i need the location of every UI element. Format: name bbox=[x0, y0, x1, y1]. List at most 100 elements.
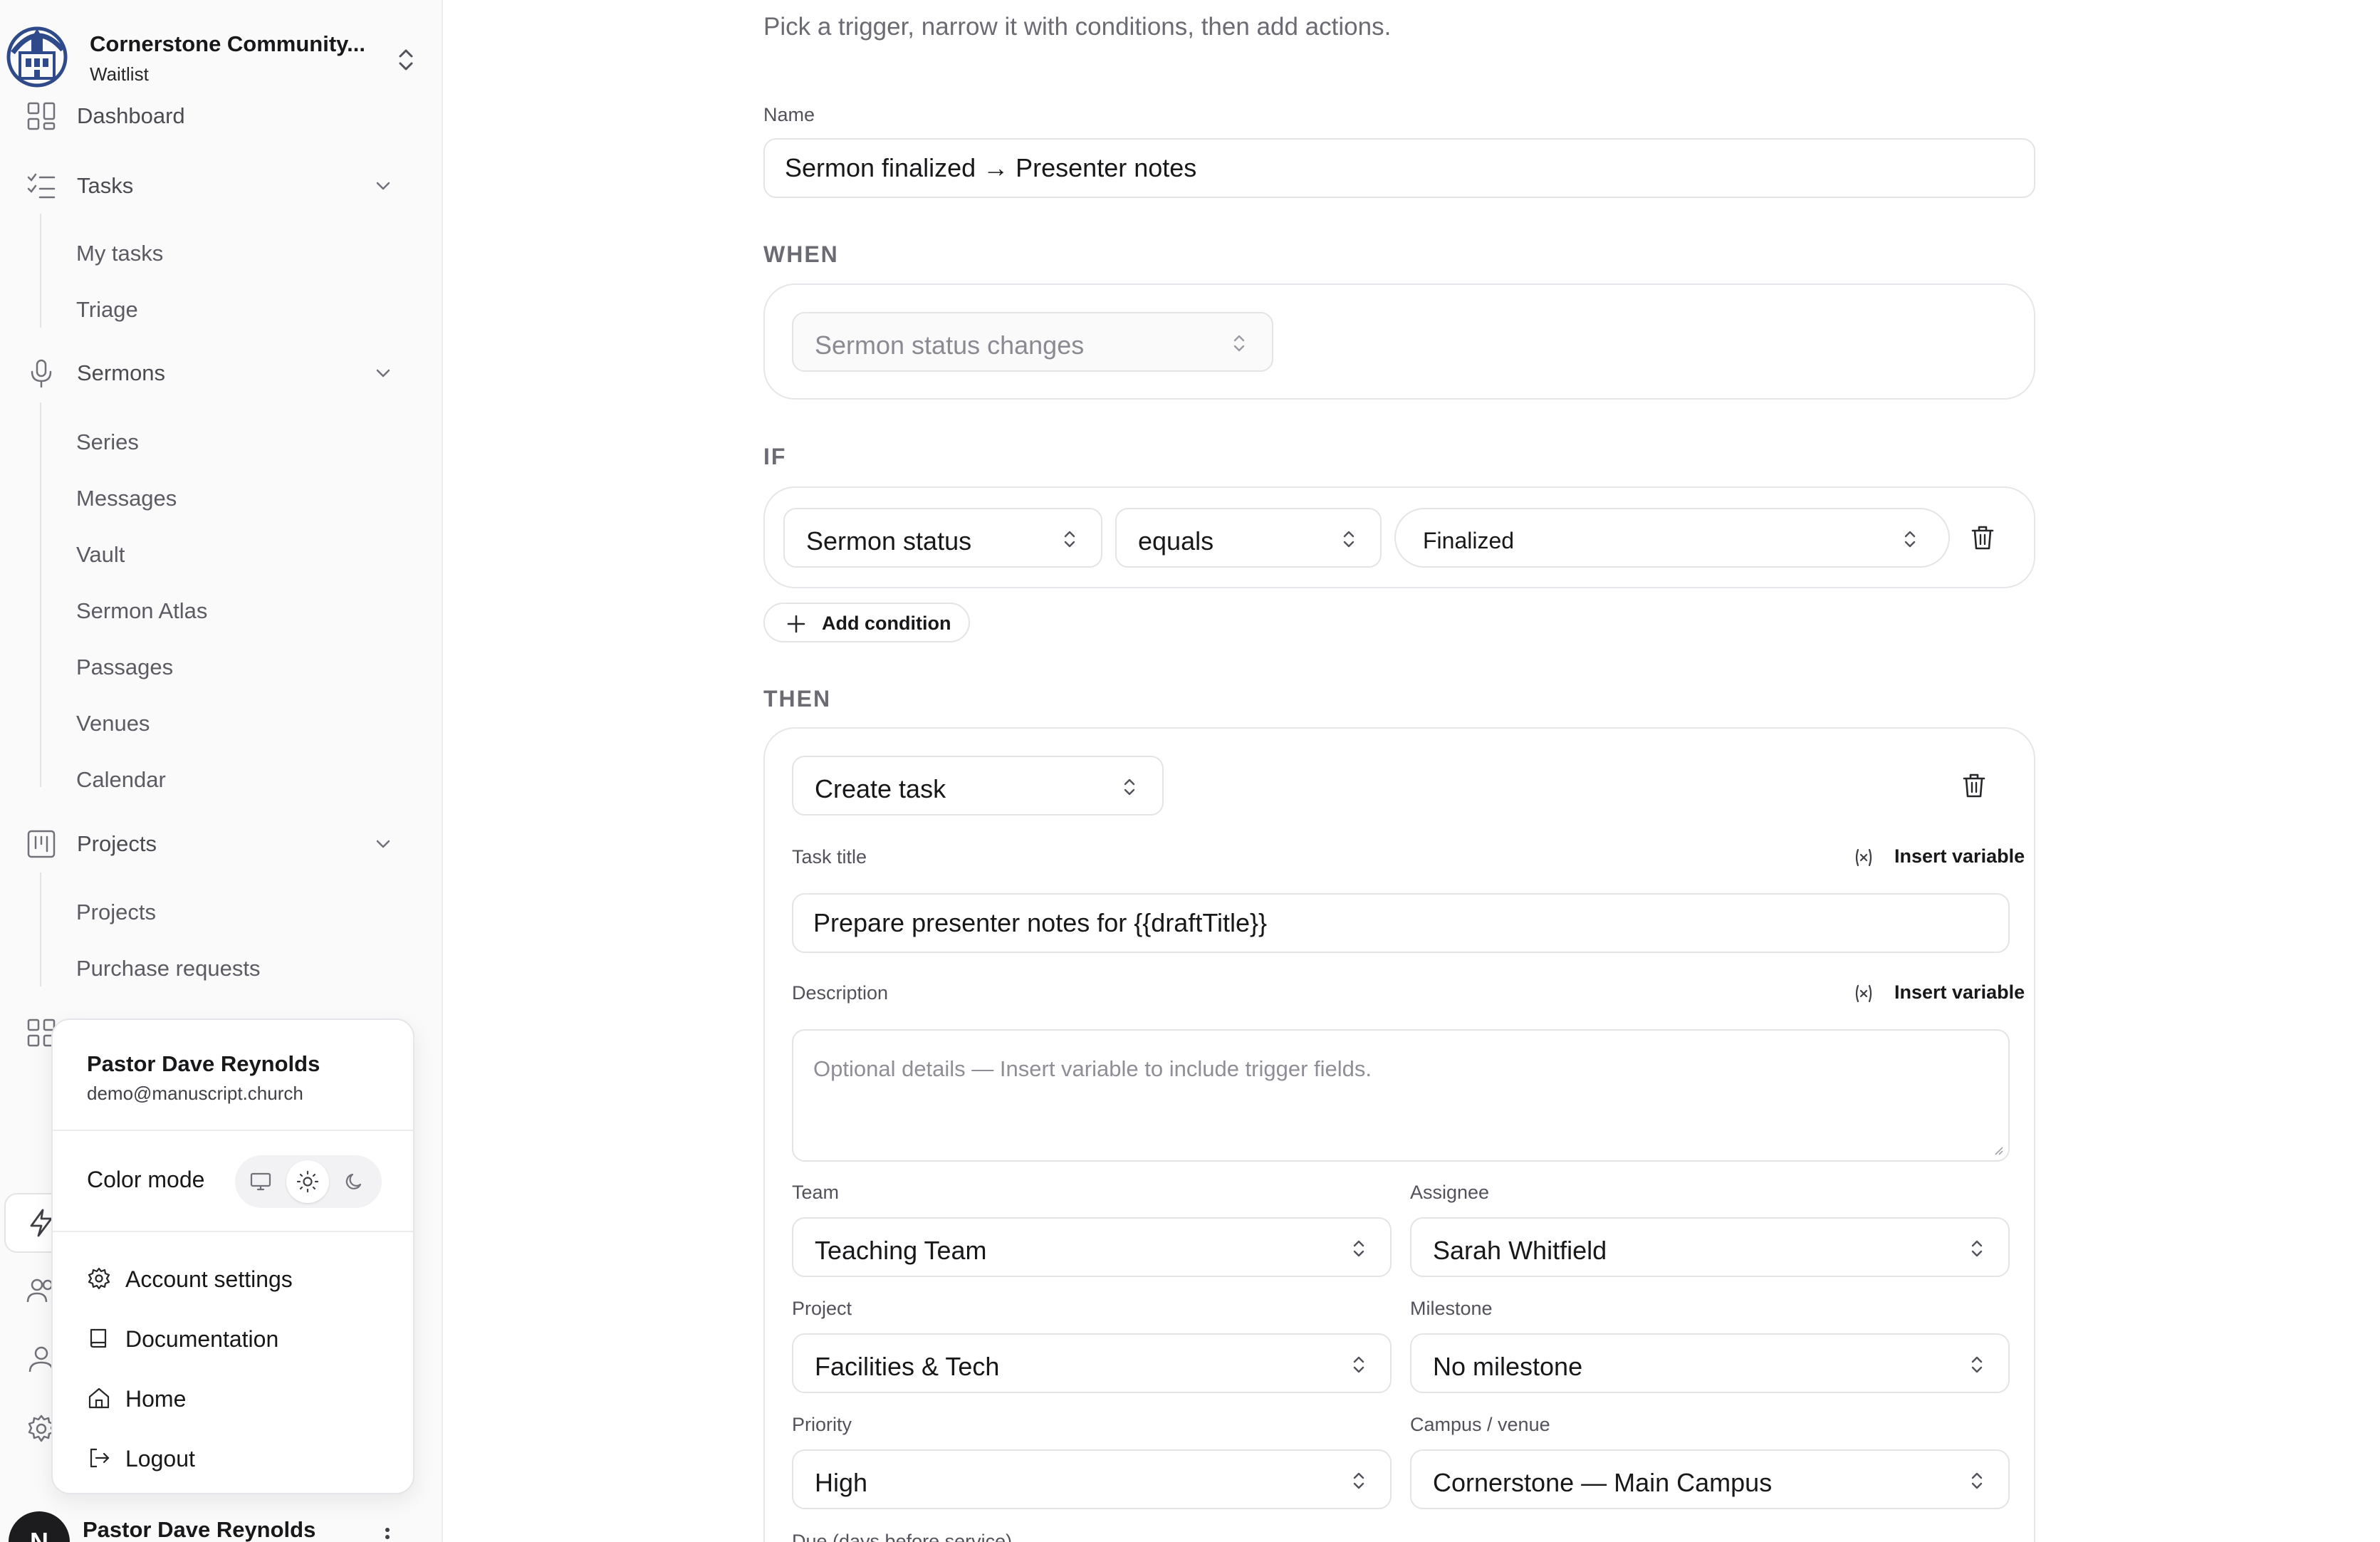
when-section-title: WHEN bbox=[763, 241, 839, 267]
sidebar-item-label: Sermons bbox=[77, 360, 166, 385]
condition-operator-value: equals bbox=[1138, 526, 1214, 556]
color-mode-light-button[interactable] bbox=[286, 1160, 329, 1203]
when-panel: Sermon status changes bbox=[763, 283, 2035, 400]
trash-icon[interactable] bbox=[1968, 523, 1997, 552]
action-type-value: Create task bbox=[815, 774, 946, 803]
description-label: Description bbox=[792, 982, 889, 1004]
milestone-select[interactable]: No milestone bbox=[1410, 1333, 2010, 1393]
sidebar-item-sermons[interactable]: Sermons bbox=[0, 352, 427, 395]
footer-user-name[interactable]: Pastor Dave Reynolds bbox=[83, 1517, 315, 1542]
assignee-select[interactable]: Sarah Whitfield bbox=[1410, 1217, 2010, 1277]
assignee-label: Assignee bbox=[1410, 1182, 1490, 1203]
home-icon bbox=[88, 1387, 110, 1409]
gear-icon bbox=[88, 1267, 110, 1290]
chevron-up-down-icon bbox=[1971, 1356, 1983, 1373]
chevron-up-down-icon bbox=[1353, 1240, 1364, 1257]
sidebar-item-triage[interactable]: Triage bbox=[76, 297, 138, 323]
menu-item-account-settings[interactable]: Account settings bbox=[84, 1256, 383, 1299]
condition-operator-select[interactable]: equals bbox=[1115, 508, 1382, 568]
more-vertical-icon[interactable] bbox=[379, 1527, 396, 1542]
action-type-select[interactable]: Create task bbox=[792, 756, 1164, 816]
color-mode-dark-button[interactable] bbox=[333, 1160, 376, 1203]
campus-label: Campus / venue bbox=[1410, 1414, 1550, 1435]
sidebar-item-sermon-atlas[interactable]: Sermon Atlas bbox=[76, 598, 207, 624]
team-label: Team bbox=[792, 1182, 840, 1203]
chevron-up-down-icon bbox=[1343, 531, 1355, 548]
sidebar-item-tasks[interactable]: Tasks bbox=[0, 165, 427, 207]
variable-icon bbox=[1855, 984, 1872, 1003]
org-name: Cornerstone Community... bbox=[90, 31, 365, 56]
chevron-up-down-icon bbox=[1233, 335, 1245, 352]
assignee-value: Sarah Whitfield bbox=[1433, 1236, 1607, 1265]
trigger-value: Sermon status changes bbox=[815, 330, 1085, 360]
microphone-icon bbox=[31, 359, 52, 388]
insert-variable-button[interactable]: Insert variable bbox=[1853, 843, 2025, 871]
sidebar-item-series[interactable]: Series bbox=[76, 429, 139, 455]
divider bbox=[53, 1231, 413, 1232]
description-textarea[interactable]: Optional details — Insert variable to in… bbox=[792, 1029, 2010, 1162]
chevron-down-icon[interactable] bbox=[370, 831, 396, 857]
dashboard-icon bbox=[27, 102, 56, 130]
trigger-select[interactable]: Sermon status changes bbox=[792, 312, 1273, 372]
moon-icon bbox=[345, 1173, 362, 1189]
chevron-up-down-icon bbox=[399, 49, 413, 71]
if-panel: Sermon status equals Finalized bbox=[763, 486, 2035, 588]
book-icon bbox=[90, 1328, 107, 1348]
logout-icon bbox=[90, 1448, 110, 1468]
sidebar-item-label: Dashboard bbox=[77, 103, 185, 128]
menu-item-logout[interactable]: Logout bbox=[84, 1436, 383, 1479]
team-value: Teaching Team bbox=[815, 1236, 987, 1265]
sidebar-item-passages[interactable]: Passages bbox=[76, 655, 173, 680]
then-panel: Create task Task title Insert variable P… bbox=[763, 727, 2035, 1542]
chevron-down-icon[interactable] bbox=[370, 360, 396, 386]
chevron-up-down-icon bbox=[1353, 1472, 1364, 1489]
due-label: Due (days before service) bbox=[792, 1531, 1013, 1542]
campus-select[interactable]: Cornerstone — Main Campus bbox=[1410, 1449, 2010, 1509]
avatar[interactable]: N bbox=[9, 1511, 70, 1542]
condition-field-select[interactable]: Sermon status bbox=[783, 508, 1102, 568]
then-section-title: THEN bbox=[763, 686, 832, 712]
project-value: Facilities & Tech bbox=[815, 1352, 1000, 1381]
team-select[interactable]: Teaching Team bbox=[792, 1217, 1392, 1277]
name-label: Name bbox=[763, 104, 815, 125]
insert-variable-button[interactable]: Insert variable bbox=[1853, 979, 2025, 1007]
priority-label: Priority bbox=[792, 1414, 852, 1435]
chevron-up-down-icon bbox=[1353, 1356, 1364, 1373]
sidebar-item-purchase-requests[interactable]: Purchase requests bbox=[76, 956, 260, 981]
sidebar-item-messages[interactable]: Messages bbox=[76, 486, 177, 511]
menu-item-home[interactable]: Home bbox=[84, 1376, 383, 1419]
sidebar-item-my-tasks[interactable]: My tasks bbox=[76, 241, 163, 266]
task-title-input[interactable]: Prepare presenter notes for {{draftTitle… bbox=[792, 893, 2010, 953]
campus-value: Cornerstone — Main Campus bbox=[1433, 1468, 1773, 1497]
condition-value-select[interactable]: Finalized bbox=[1394, 508, 1950, 568]
org-plan: Waitlist bbox=[90, 63, 149, 85]
sidebar-item-label: Tasks bbox=[77, 173, 134, 198]
sidebar-item-projects-list[interactable]: Projects bbox=[76, 900, 156, 925]
sidebar-item-vault[interactable]: Vault bbox=[76, 542, 125, 568]
insert-variable-label: Insert variable bbox=[1894, 981, 2025, 1003]
user-email: demo@manuscript.church bbox=[87, 1083, 303, 1104]
sidebar-item-projects[interactable]: Projects bbox=[0, 823, 427, 865]
divider bbox=[53, 1130, 413, 1131]
sub-nav-guide bbox=[40, 402, 41, 787]
task-title-label: Task title bbox=[792, 846, 867, 868]
resize-handle-icon[interactable] bbox=[1993, 1145, 2004, 1156]
menu-item-documentation[interactable]: Documentation bbox=[84, 1316, 383, 1359]
project-select[interactable]: Facilities & Tech bbox=[792, 1333, 1392, 1393]
color-mode-toggle bbox=[235, 1155, 382, 1208]
sidebar-item-calendar[interactable]: Calendar bbox=[76, 767, 166, 793]
chevron-up-down-icon bbox=[1124, 778, 1135, 796]
chevron-up-down-icon bbox=[1971, 1240, 1983, 1257]
chevron-down-icon[interactable] bbox=[370, 173, 396, 199]
church-logo-icon bbox=[6, 26, 68, 88]
color-mode-system-button[interactable] bbox=[239, 1160, 282, 1203]
org-switcher[interactable]: Cornerstone Community... Waitlist bbox=[6, 24, 430, 93]
priority-select[interactable]: High bbox=[792, 1449, 1392, 1509]
sidebar-item-dashboard[interactable]: Dashboard bbox=[0, 95, 427, 137]
milestone-label: Milestone bbox=[1410, 1298, 1493, 1319]
project-label: Project bbox=[792, 1298, 852, 1319]
automation-name-input[interactable]: Sermon finalized → Presenter notes bbox=[763, 138, 2035, 198]
sidebar-item-venues[interactable]: Venues bbox=[76, 711, 150, 736]
add-condition-button[interactable]: Add condition bbox=[763, 603, 970, 642]
trash-icon[interactable] bbox=[1960, 771, 1988, 800]
